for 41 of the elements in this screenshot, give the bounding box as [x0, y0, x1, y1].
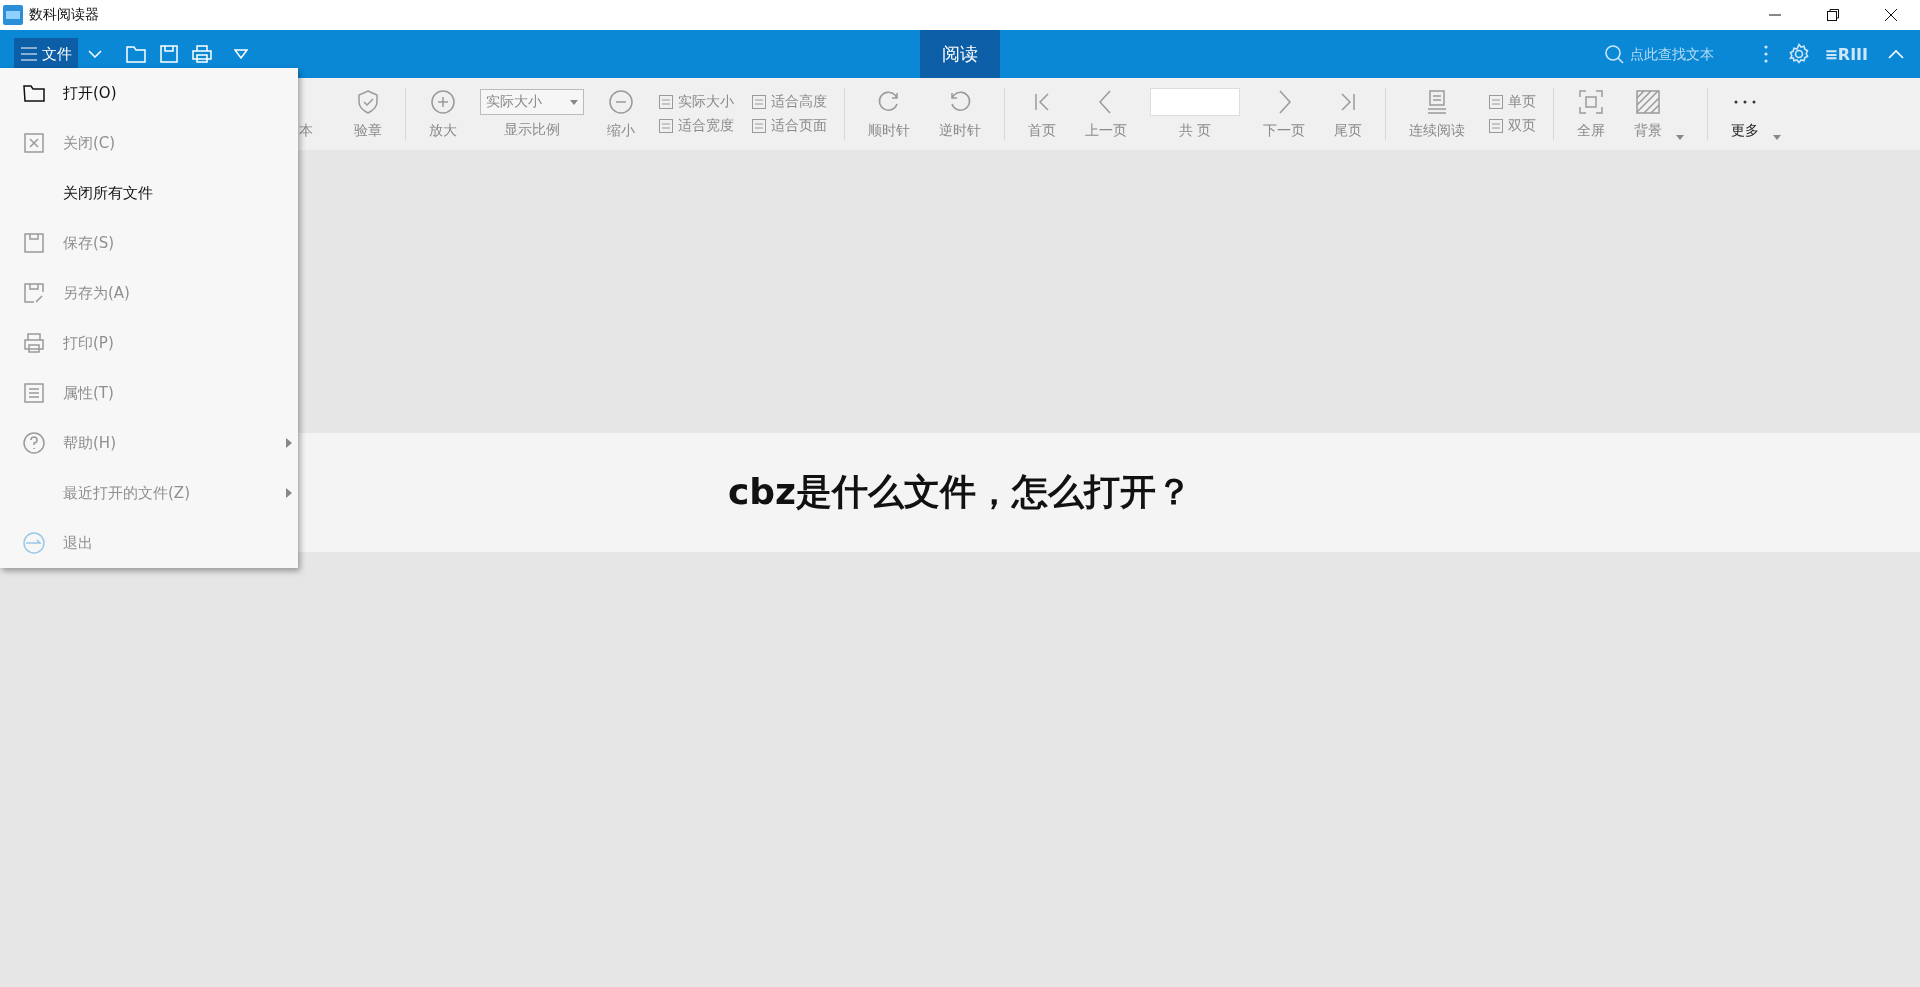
caret-icon: [1676, 135, 1684, 140]
fit-page-icon: [751, 118, 767, 134]
actual-size-icon: [658, 94, 674, 110]
search-field[interactable]: 点此查找文本: [1628, 45, 1745, 63]
printer-icon: [22, 331, 46, 355]
zoom-out-icon: [607, 88, 635, 116]
toolbar-label: 共 页: [1178, 122, 1212, 140]
zoom-in-icon: [429, 88, 457, 116]
save-icon: [22, 231, 46, 255]
toolbar-label: 本: [299, 122, 313, 140]
properties-icon: [22, 381, 46, 405]
toolbar-label: 显示比例: [504, 121, 560, 139]
window-title: 数科阅读器: [29, 6, 100, 24]
hatched-square-icon: [1634, 88, 1662, 116]
save-as-icon: [22, 281, 46, 305]
exit-icon: [22, 531, 46, 555]
caret-icon: [1773, 135, 1781, 140]
submenu-arrow-icon: [286, 488, 292, 498]
single-page-icon: [1488, 94, 1504, 110]
app-logo: [3, 5, 23, 25]
submenu-arrow-icon: [286, 438, 292, 448]
fit-height-icon: [751, 94, 767, 110]
caret-icon: [570, 99, 578, 105]
banner-title: cbz是什么文件，怎么打开？: [727, 470, 1193, 514]
menu-item[interactable]: 打开(O): [0, 68, 298, 118]
close-icon: [1884, 8, 1898, 22]
restore-icon: [1827, 9, 1839, 21]
search-icon: [1604, 44, 1625, 64]
double-page-icon: [1488, 118, 1504, 134]
fit-width-icon: [658, 118, 674, 134]
page-input[interactable]: [1150, 88, 1240, 116]
more-icon: [1734, 100, 1756, 104]
menu-icon: [20, 46, 38, 62]
toolbar-button[interactable]: 更多: [1725, 88, 1787, 140]
tab[interactable]: 阅读: [920, 30, 1000, 78]
file-menu-button[interactable]: 文件: [14, 38, 78, 70]
fullscreen-icon: [1577, 88, 1605, 116]
badge-label: ≡RIII: [1824, 44, 1868, 64]
menu-item[interactable]: 关闭所有文件: [0, 168, 298, 218]
close-icon: [22, 131, 46, 155]
help-icon: [22, 431, 46, 455]
